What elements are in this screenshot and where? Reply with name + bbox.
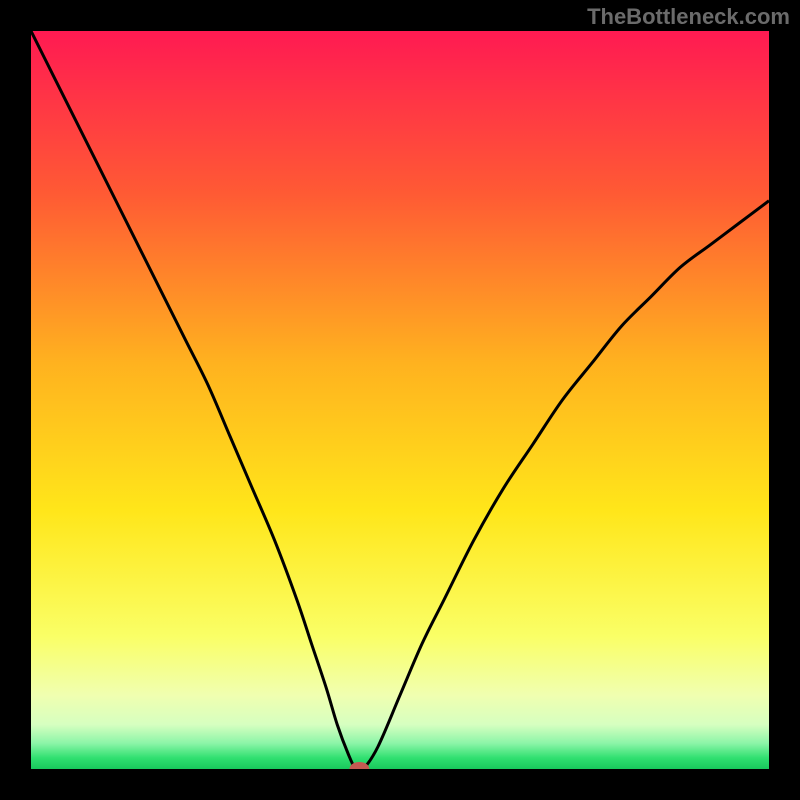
watermark-text: TheBottleneck.com: [587, 4, 790, 30]
plot-area: [31, 31, 769, 769]
gradient-background: [31, 31, 769, 769]
chart-svg: [31, 31, 769, 769]
chart-frame: TheBottleneck.com: [0, 0, 800, 800]
